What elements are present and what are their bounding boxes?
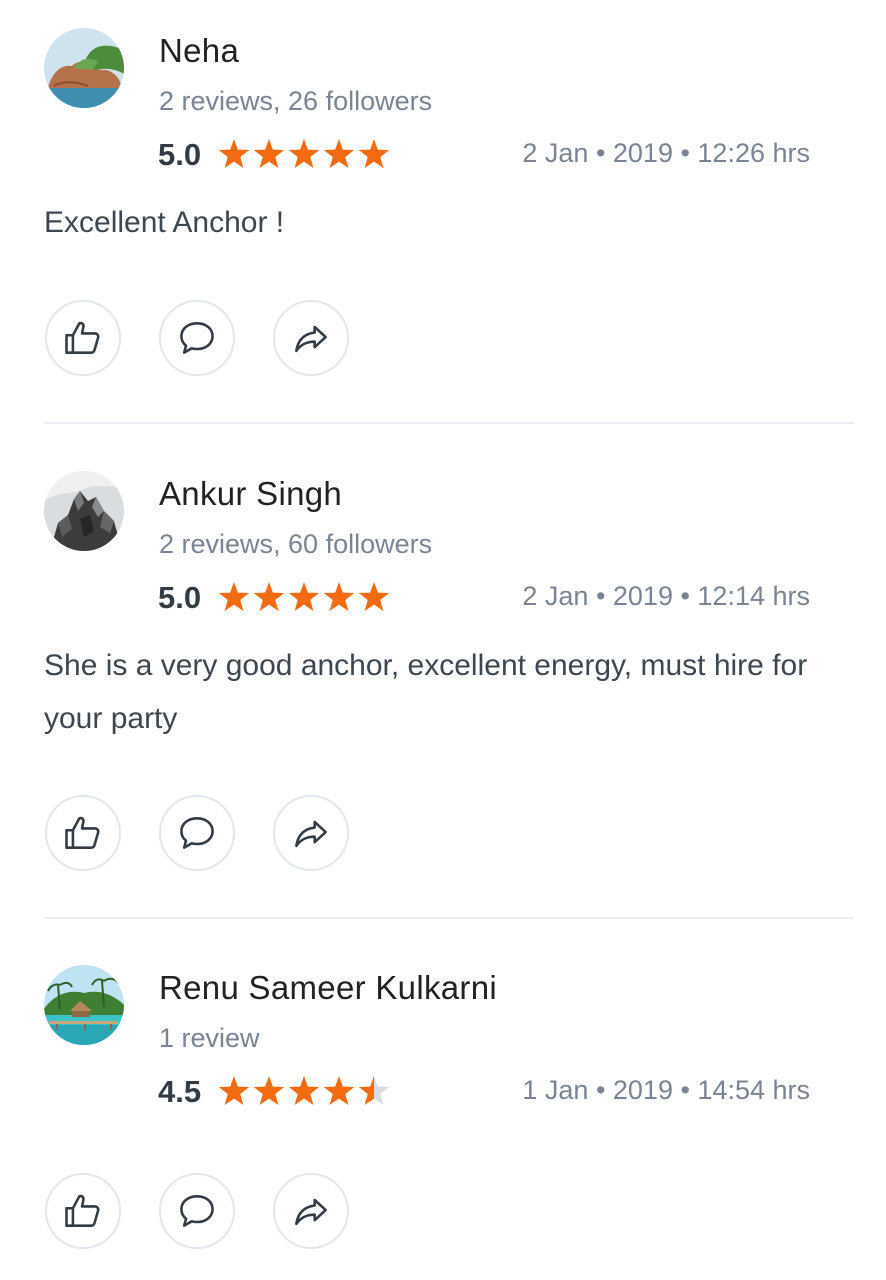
star-icon — [218, 1076, 250, 1105]
rock-mountain-icon — [44, 471, 124, 551]
star-icon — [253, 582, 285, 611]
star-rating — [218, 139, 390, 168]
star-icon — [358, 582, 390, 611]
thumbs-up-icon — [65, 1194, 100, 1227]
star-icon — [323, 1076, 355, 1105]
landscape-coast-icon — [44, 28, 124, 108]
share-button[interactable] — [273, 795, 349, 871]
avatar[interactable] — [44, 965, 124, 1045]
like-button[interactable] — [45, 795, 121, 871]
avatar[interactable] — [44, 471, 124, 551]
review-date: 1 Jan • 2019 • 14:54 hrs — [522, 1075, 810, 1105]
share-arrow-icon — [295, 325, 327, 353]
star-icon — [218, 582, 250, 611]
star-icon — [358, 139, 390, 168]
star-icon — [218, 139, 250, 168]
star-icon — [323, 139, 355, 168]
comment-bubble-icon — [180, 1195, 214, 1227]
comment-bubble-icon — [180, 322, 214, 354]
reviewer-stats: 2 reviews, 26 followers — [159, 86, 433, 116]
comment-button[interactable] — [159, 1173, 235, 1249]
share-button[interactable] — [273, 1173, 349, 1249]
avatar[interactable] — [44, 28, 124, 108]
rating-value: 4.5 — [158, 1074, 202, 1109]
reviewer-name[interactable]: Renu Sameer Kulkarni — [159, 969, 497, 1007]
share-arrow-icon — [295, 1198, 327, 1226]
review-date: 2 Jan • 2019 • 12:26 hrs — [522, 138, 810, 168]
like-button[interactable] — [45, 1173, 121, 1249]
review-card: Ankur Singh 2 reviews, 60 followers 5.0 … — [0, 443, 886, 919]
star-icon — [323, 582, 355, 611]
thumbs-up-icon — [65, 321, 100, 354]
star-icon — [253, 139, 285, 168]
star-icon — [288, 1076, 320, 1105]
review-text: Excellent Anchor ! — [44, 206, 285, 239]
like-button[interactable] — [45, 300, 121, 376]
thumbs-up-icon — [65, 816, 100, 849]
comment-bubble-icon — [180, 817, 214, 849]
reviewer-stats: 1 review — [159, 1023, 260, 1053]
star-icon — [288, 139, 320, 168]
reviewer-stats: 2 reviews, 60 followers — [159, 529, 433, 559]
reviewer-name[interactable]: Ankur Singh — [159, 475, 342, 513]
beach-resort-icon — [44, 965, 124, 1045]
star-icon — [288, 582, 320, 611]
review-card: Neha 2 reviews, 26 followers 5.0 2 Jan •… — [0, 0, 886, 424]
review-card: Renu Sameer Kulkarni 1 review 4.5 1 Jan … — [0, 937, 886, 1280]
star-rating — [218, 1076, 390, 1105]
divider — [44, 422, 854, 424]
star-rating — [218, 582, 390, 611]
rating-value: 5.0 — [158, 580, 202, 615]
share-arrow-icon — [295, 820, 327, 848]
rating-value: 5.0 — [158, 137, 202, 172]
reviewer-name[interactable]: Neha — [159, 32, 239, 70]
comment-button[interactable] — [159, 300, 235, 376]
review-date: 2 Jan • 2019 • 12:14 hrs — [522, 581, 810, 611]
divider — [44, 917, 854, 919]
share-button[interactable] — [273, 300, 349, 376]
comment-button[interactable] — [159, 795, 235, 871]
star-icon — [358, 1076, 390, 1105]
star-icon — [253, 1076, 285, 1105]
review-text: She is a very good anchor, excellent ene… — [44, 649, 808, 735]
